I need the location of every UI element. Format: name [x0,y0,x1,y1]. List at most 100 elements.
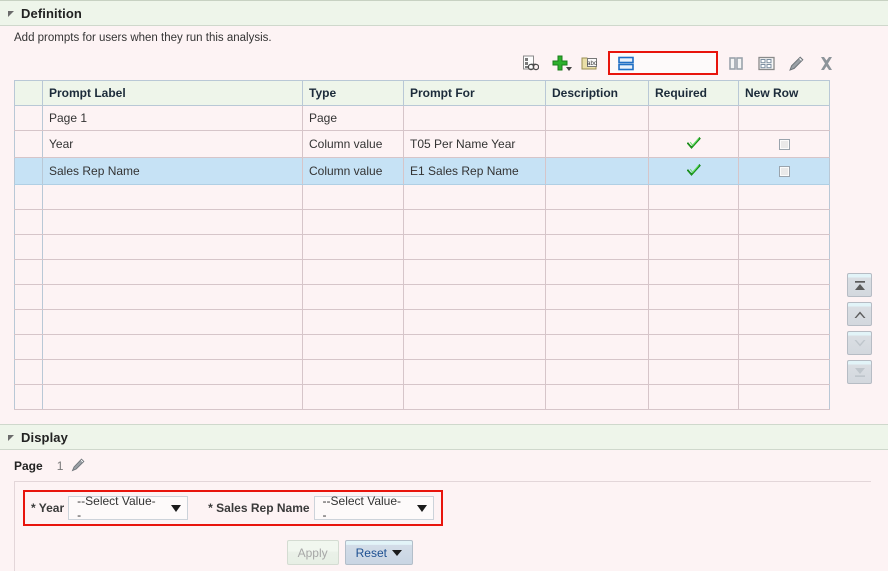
column-header-type[interactable]: Type [303,81,404,106]
table-row-empty[interactable] [15,335,830,360]
add-variable-prompt-icon[interactable]: abc [578,52,602,74]
definition-toolbar: abc [0,50,888,80]
cell-empty [739,235,830,260]
cell-empty [649,360,739,385]
new-page-icon[interactable] [518,52,542,74]
new-row-checkbox[interactable] [779,139,790,150]
cell-new-row [739,106,830,131]
table-row-empty[interactable] [15,310,830,335]
cell-empty [404,210,546,235]
definition-section-title: Definition [21,6,82,21]
cell-empty [546,335,649,360]
new-row-checkbox[interactable] [779,166,790,177]
chevron-down-icon-sales-rep [417,505,427,512]
column-header-description[interactable]: Description [546,81,649,106]
table-header-row: Prompt Label Type Prompt For Description… [15,81,830,106]
table-row-empty[interactable] [15,385,830,410]
row-selector-cell[interactable] [15,131,43,158]
move-to-top-button[interactable] [847,273,872,297]
disclosure-triangle-icon[interactable] [8,11,14,17]
cell-empty [404,385,546,410]
cell-prompt-label: Sales Rep Name [43,158,303,185]
prompt-definition-table-wrapper: Prompt Label Type Prompt For Description… [14,80,829,410]
chevron-down-icon-year [171,505,181,512]
required-check-icon [687,137,701,152]
table-row[interactable]: Sales Rep NameColumn valueE1 Sales Rep N… [15,158,830,185]
cell-empty [43,185,303,210]
delete-icon[interactable] [814,52,838,74]
cell-prompt-for [404,106,546,131]
row-selector-cell[interactable] [15,106,43,131]
cell-empty [303,335,404,360]
cell-empty [404,185,546,210]
cell-description [546,106,649,131]
table-row-empty[interactable] [15,235,830,260]
cell-empty [303,210,404,235]
disclosure-triangle-icon-display[interactable] [8,435,14,441]
cell-empty [43,385,303,410]
cell-empty [546,235,649,260]
cell-empty [404,335,546,360]
cell-empty [546,185,649,210]
cell-empty [43,210,303,235]
definition-section-header[interactable]: Definition [0,0,888,26]
row-selector-cell [15,235,43,260]
reset-button[interactable]: Reset [345,540,413,565]
cell-empty [739,310,830,335]
table-row-empty[interactable] [15,210,830,235]
reorder-button-group [847,273,872,384]
prompt-definition-table: Prompt Label Type Prompt For Description… [14,80,830,410]
pencil-icon[interactable] [71,457,86,475]
column-header-required[interactable]: Required [649,81,739,106]
table-row-empty[interactable] [15,260,830,285]
cell-empty [649,260,739,285]
cell-type: Column value [303,131,404,158]
cell-empty [739,385,830,410]
cell-empty [739,210,830,235]
cell-empty [43,310,303,335]
move-up-button[interactable] [847,302,872,326]
edit-icon[interactable] [784,52,808,74]
column-header-new-row[interactable]: New Row [739,81,830,106]
page-label: Page [14,459,43,473]
cell-empty [546,260,649,285]
table-row-empty[interactable] [15,185,830,210]
cell-new-row [739,158,830,185]
cell-empty [739,335,830,360]
cell-empty [303,360,404,385]
move-to-bottom-button [847,360,872,384]
definition-section-body: Add prompts for users when they run this… [0,26,888,424]
cell-empty [404,285,546,310]
prompt-fields-highlight-box: * Year --Select Value-- * Sales Rep Name… [23,490,443,526]
cell-empty [546,210,649,235]
cell-empty [404,310,546,335]
cell-description [546,131,649,158]
cell-required [649,131,739,158]
one-column-layout-icon[interactable] [608,51,718,75]
row-selector-cell [15,335,43,360]
two-column-layout-icon[interactable] [724,52,748,74]
cell-empty [546,285,649,310]
cell-empty [404,360,546,385]
year-select[interactable]: --Select Value-- [68,496,188,520]
add-prompt-icon[interactable] [548,52,572,74]
table-layout-icon[interactable] [754,52,778,74]
table-row[interactable]: Page 1Page [15,106,830,131]
display-section-header[interactable]: Display [0,424,888,450]
cell-required [649,106,739,131]
cell-empty [303,310,404,335]
definition-hint-text: Add prompts for users when they run this… [0,26,888,50]
table-row-empty[interactable] [15,360,830,385]
column-header-prompt-for[interactable]: Prompt For [404,81,546,106]
row-selector-cell[interactable] [15,158,43,185]
table-row-empty[interactable] [15,285,830,310]
row-selector-cell [15,285,43,310]
page-number[interactable]: 1 [57,459,64,473]
sales-rep-name-select[interactable]: --Select Value-- [314,496,434,520]
cell-empty [404,260,546,285]
year-select-value: --Select Value-- [77,494,157,522]
table-row[interactable]: YearColumn valueT05 Per Name Year [15,131,830,158]
column-header-prompt-label[interactable]: Prompt Label [43,81,303,106]
required-check-icon [687,164,701,179]
column-header-selector [15,81,43,106]
